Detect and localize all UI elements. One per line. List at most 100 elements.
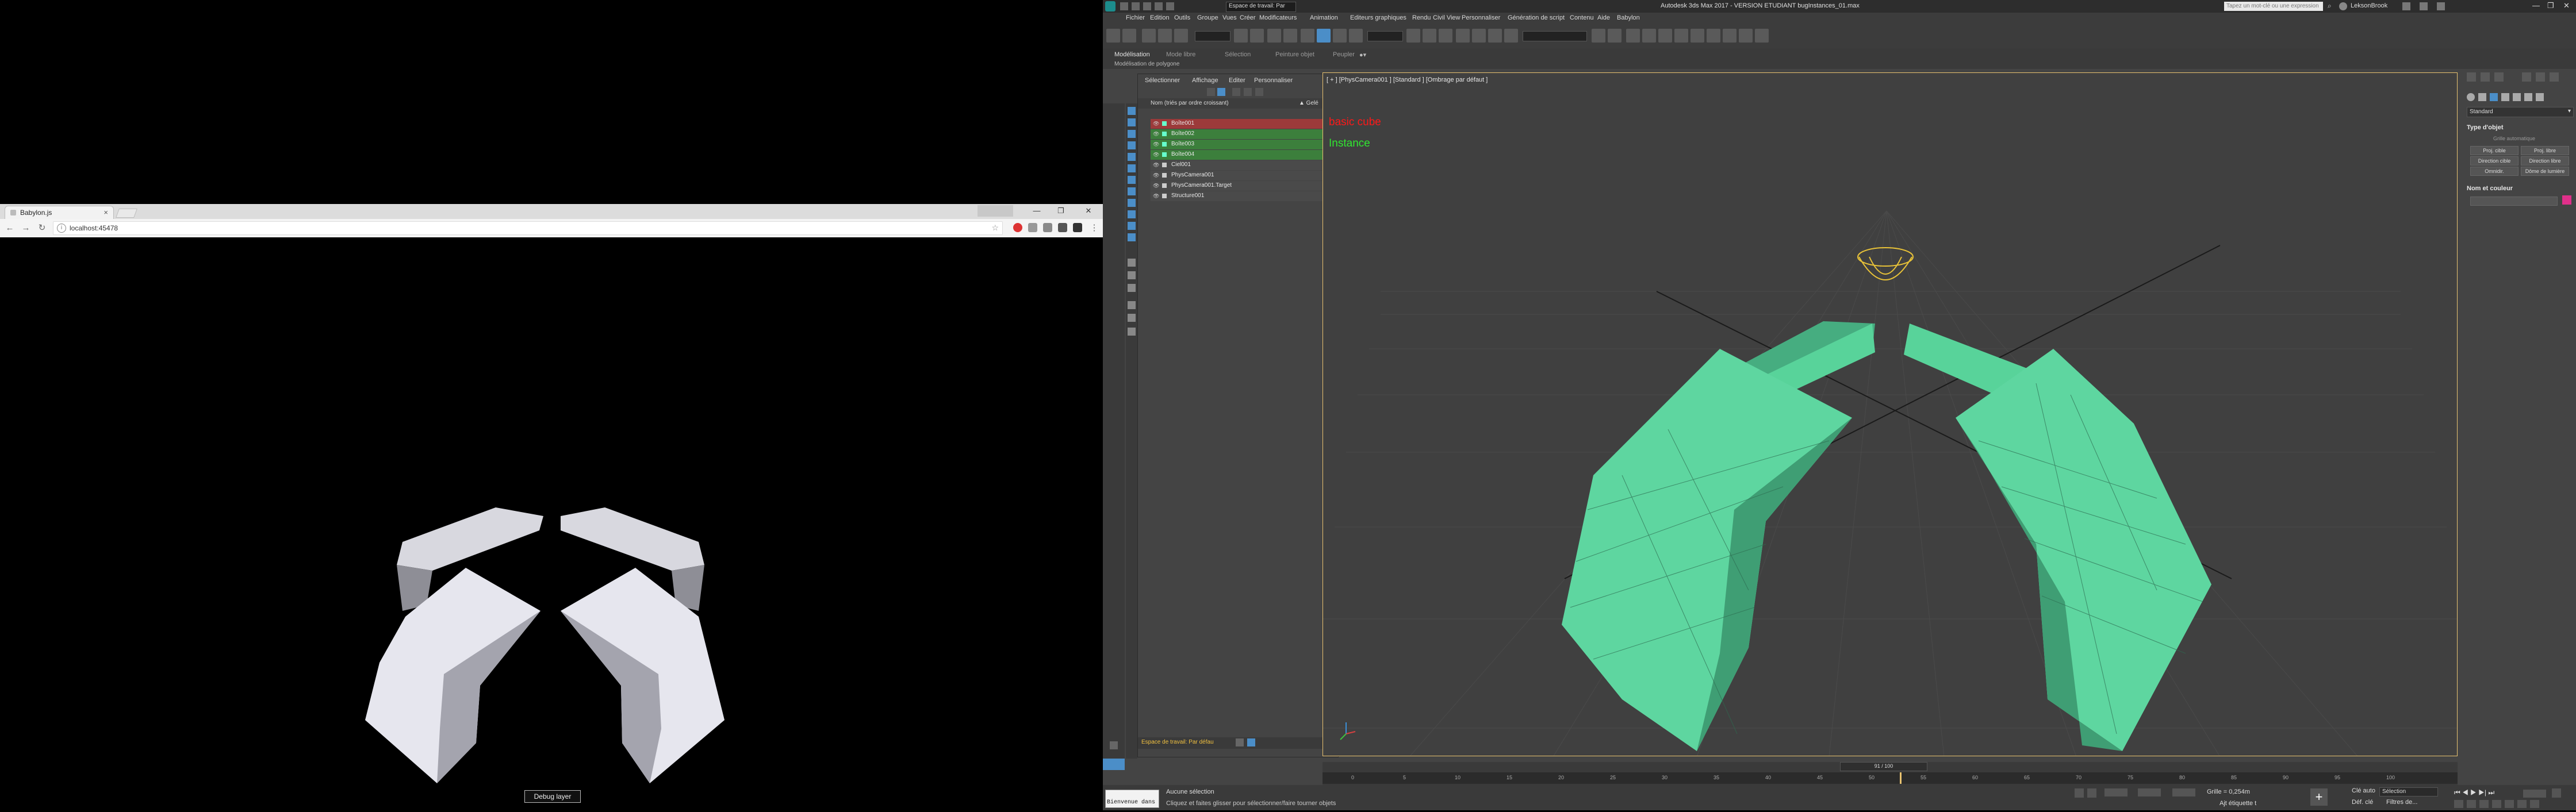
url-field[interactable]: i localhost:45478 ☆ <box>53 221 1003 235</box>
ribbon-tab-freeform[interactable]: Mode libre <box>1166 51 1195 58</box>
menu-item[interactable]: Fichier <box>1126 14 1145 21</box>
target-spot-button[interactable]: Proj. cible <box>2470 146 2518 155</box>
layer-icon[interactable] <box>1236 738 1244 746</box>
set-key-label[interactable]: Déf. clé <box>2352 799 2373 806</box>
add-time-tag[interactable]: Ajt étiquette t <box>2220 800 2256 807</box>
menu-item[interactable]: Civil View <box>1433 14 1460 21</box>
target-direct-button[interactable]: Direction cible <box>2470 156 2518 166</box>
set-key-icon[interactable]: + <box>2310 788 2328 806</box>
perspective-viewport[interactable]: [ + ] [PhysCamera001 ] [Standard ] [Ombr… <box>1322 72 2458 756</box>
free-direct-button[interactable]: Direction libre <box>2521 156 2569 166</box>
bind-space-warp-icon[interactable] <box>1174 29 1188 43</box>
ribbon-options-icon[interactable]: ●▾ <box>1359 51 1366 59</box>
display-filter-icon[interactable] <box>1128 187 1136 195</box>
align-icon[interactable] <box>1608 29 1621 43</box>
maximize-button[interactable]: ❐ <box>2547 1 2554 10</box>
maximize-button[interactable]: ❐ <box>1052 206 1070 217</box>
viewport-layout-icon[interactable] <box>1110 741 1118 749</box>
undo-icon[interactable] <box>1106 29 1120 43</box>
explorer-row[interactable]: 👁 Ciel001 <box>1151 160 1349 170</box>
eye-icon[interactable]: 👁 <box>1153 131 1159 137</box>
display-filter-icon[interactable] <box>1128 153 1136 161</box>
close-window-button[interactable]: ✕ <box>2563 1 2570 10</box>
place-icon[interactable] <box>1349 29 1363 43</box>
material-editor-icon[interactable] <box>1690 29 1704 43</box>
layer-icon[interactable] <box>1255 88 1263 96</box>
menu-item[interactable]: Groupe <box>1197 14 1218 21</box>
time-config-icon[interactable] <box>2552 788 2561 798</box>
unlink-icon[interactable] <box>1158 29 1172 43</box>
spinner-snap-icon[interactable] <box>1504 29 1518 43</box>
helpers-icon[interactable] <box>2513 93 2521 101</box>
menu-item[interactable]: Aide <box>1597 14 1610 21</box>
eye-icon[interactable]: 👁 <box>1153 172 1159 178</box>
explorer-menu-item[interactable]: Affichage <box>1192 77 1218 84</box>
selection-filter-dropdown[interactable] <box>1195 31 1230 41</box>
schematic-view-icon[interactable] <box>1674 29 1688 43</box>
auto-grid-checkbox[interactable]: Grille automatique <box>2493 136 2535 141</box>
close-window-button[interactable]: ✕ <box>1080 206 1097 217</box>
auto-key-button[interactable]: Clé auto <box>2352 787 2375 794</box>
open-file-icon[interactable] <box>1132 2 1140 10</box>
menu-item[interactable]: Génération de script <box>1508 14 1565 21</box>
hierarchy-tab-icon[interactable] <box>2494 72 2504 82</box>
display-filter-icon[interactable] <box>1128 199 1136 207</box>
named-selection-dropdown[interactable] <box>1523 31 1587 41</box>
link-icon[interactable] <box>1142 29 1156 43</box>
explorer-tool-icon[interactable] <box>1128 328 1136 336</box>
explorer-row[interactable]: 👁 Structure001 <box>1151 191 1349 201</box>
workspace-dropdown[interactable]: Espace de travail: Par <box>1226 2 1296 12</box>
back-icon[interactable]: ← <box>5 223 15 233</box>
explorer-tool-icon[interactable] <box>1128 259 1136 267</box>
extension-icon[interactable] <box>1043 223 1052 232</box>
fov-icon[interactable] <box>2492 800 2501 808</box>
extension-icon[interactable] <box>1058 223 1067 232</box>
select-object-icon[interactable] <box>1234 29 1248 43</box>
new-scene-icon[interactable] <box>1120 2 1128 10</box>
display-filter-icon[interactable] <box>1128 222 1136 230</box>
select-by-name-icon[interactable] <box>1250 29 1264 43</box>
eye-icon[interactable]: 👁 <box>1153 141 1159 147</box>
display-filter-icon[interactable] <box>1128 164 1136 172</box>
zoom-all-icon[interactable] <box>2467 800 2476 808</box>
ribbon-tab-modeling[interactable]: Modélisation <box>1114 51 1150 58</box>
explorer-menu-item[interactable]: Editer <box>1229 77 1245 84</box>
tab-close-icon[interactable]: × <box>103 208 108 217</box>
user-name[interactable]: LeksonBrook <box>2351 2 2387 9</box>
explorer-tool-icon[interactable] <box>1128 271 1136 279</box>
percent-snap-icon[interactable] <box>1488 29 1502 43</box>
explorer-row[interactable]: 👁 PhysCamera001 <box>1151 171 1349 180</box>
lock-icon[interactable] <box>1232 88 1240 96</box>
explorer-row[interactable]: 👁 PhysCamera001.Target <box>1151 181 1349 191</box>
redo-icon[interactable] <box>1122 29 1136 43</box>
current-frame-field[interactable] <box>2523 790 2546 798</box>
utilities-tab-icon[interactable] <box>2550 72 2559 82</box>
reference-coord-dropdown[interactable] <box>1367 31 1403 41</box>
eye-icon[interactable]: 👁 <box>1153 183 1159 188</box>
display-filter-icon[interactable] <box>1128 176 1136 184</box>
render-online-icon[interactable] <box>1755 29 1769 43</box>
extension-icon[interactable] <box>1073 223 1082 232</box>
ribbon-tab-selection[interactable]: Sélection <box>1225 51 1251 58</box>
isolate-icon[interactable] <box>2075 788 2084 798</box>
explorer-tool-icon[interactable] <box>1128 284 1136 292</box>
cart-icon[interactable] <box>2402 2 2410 10</box>
scale-icon[interactable] <box>1333 29 1347 43</box>
viewport-layout-tab[interactable] <box>1103 759 1125 770</box>
rotate-icon[interactable] <box>1317 29 1331 43</box>
rollout-object-type[interactable]: Type d'objet <box>2467 124 2504 131</box>
free-spot-button[interactable]: Proj. libre <box>2521 146 2569 155</box>
explorer-menu-item[interactable]: Personnaliser <box>1254 77 1293 84</box>
search-input[interactable]: Tapez un mot-clé ou une expression <box>2224 2 2323 11</box>
debug-layer-button[interactable]: Debug layer <box>524 790 581 803</box>
eye-icon[interactable]: 👁 <box>1153 162 1159 168</box>
display-filter-icon[interactable] <box>1128 118 1136 126</box>
menu-item[interactable]: Rendu <box>1412 14 1431 21</box>
coord-x-field[interactable] <box>2104 788 2128 796</box>
display-filter-icon[interactable] <box>1128 141 1136 149</box>
menu-kebab-icon[interactable]: ⋮ <box>1089 223 1099 233</box>
angle-snap-icon[interactable] <box>1472 29 1486 43</box>
rollout-name-color[interactable]: Nom et couleur <box>2467 185 2513 192</box>
maxscript-listener[interactable]: Bienvenue dans <box>1105 790 1159 808</box>
snap-toggle-icon[interactable] <box>1456 29 1470 43</box>
